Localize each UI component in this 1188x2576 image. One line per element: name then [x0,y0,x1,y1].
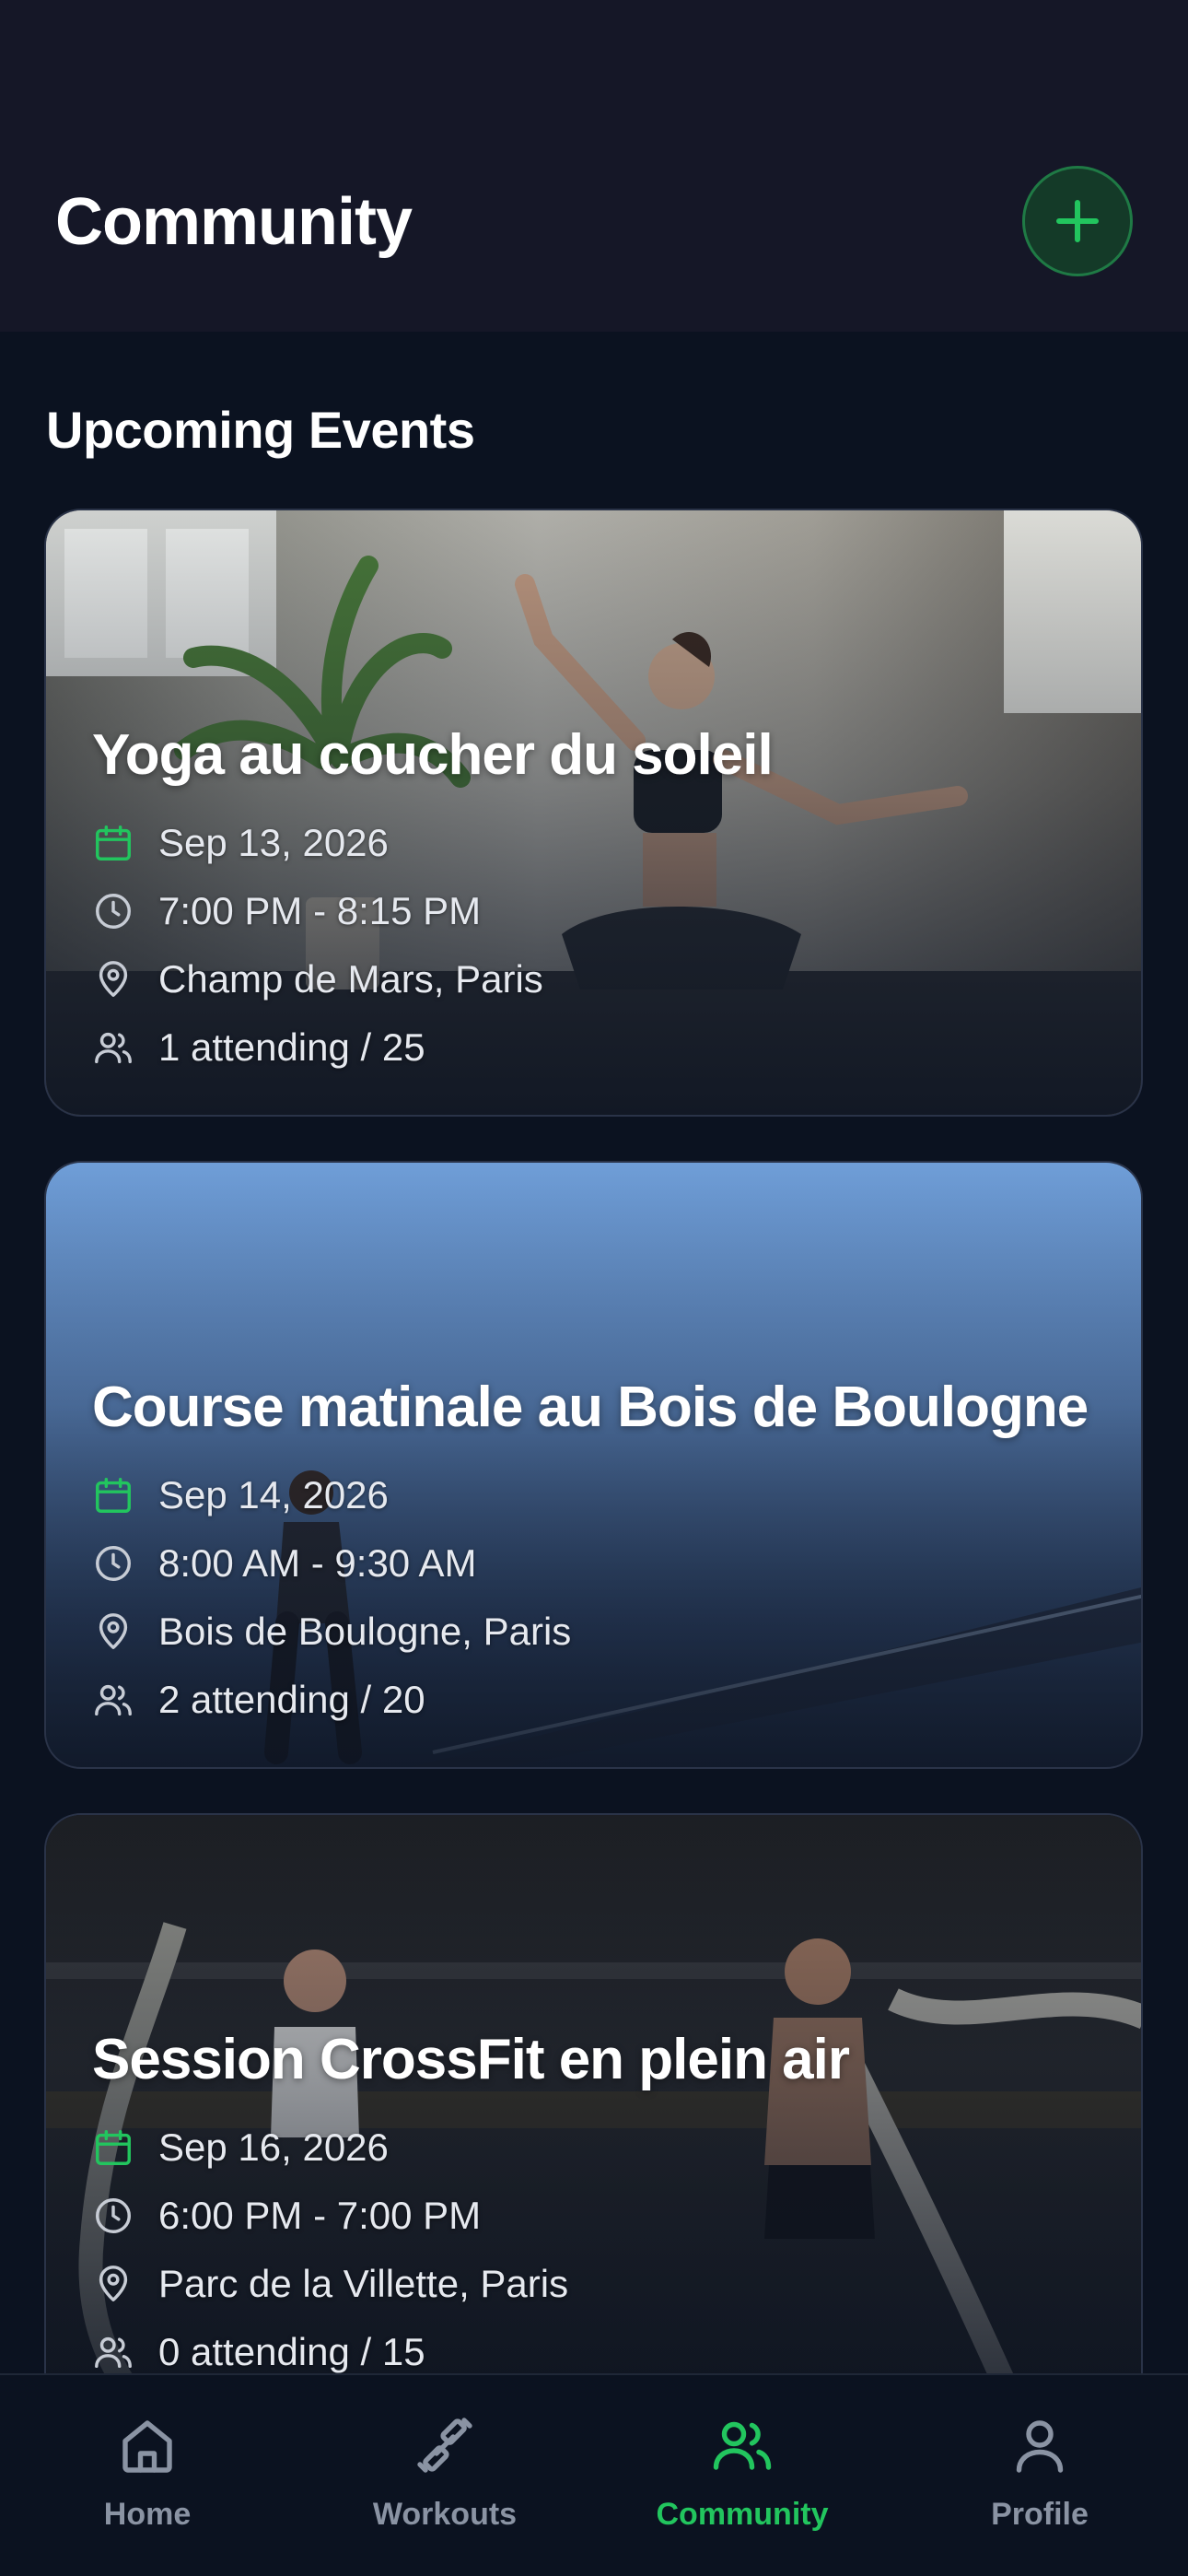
event-location: Parc de la Villette, Paris [158,2262,569,2305]
event-time: 8:00 AM - 9:30 AM [158,1541,477,1585]
event-date: Sep 13, 2026 [158,821,389,864]
event-attendance-row: 1 attending / 25 [92,1013,1104,1082]
bottom-tab-bar: Home Workouts Community Profile [0,2373,1188,2576]
event-location: Champ de Mars, Paris [158,957,543,1001]
event-time-row: 6:00 PM - 7:00 PM [92,2182,1104,2250]
users-icon [713,2421,772,2470]
page-title: Community [55,185,413,259]
event-time: 6:00 PM - 7:00 PM [158,2194,482,2237]
add-event-button[interactable] [1022,166,1133,276]
clock-icon [96,2198,131,2233]
event-title: Session CrossFit en plein air [92,2028,850,2091]
event-date-row: Sep 16, 2026 [92,2113,1104,2182]
event-details: Yoga au coucher du soleil Sep 13, 2026 7… [92,720,1104,1082]
event-attendance-row: 2 attending / 20 [92,1666,1104,1734]
event-title: Course matinale au Bois de Boulogne [92,1376,1089,1439]
users-icon [95,1032,132,1064]
users-icon [95,2336,132,2369]
event-time-row: 7:00 PM - 8:15 PM [92,877,1104,945]
dumbbell-icon [417,2418,472,2473]
app-header: Community [0,0,1188,332]
calendar-icon [96,1478,131,1513]
event-card[interactable]: Yoga au coucher du soleil Sep 13, 2026 7… [44,509,1143,1117]
event-card[interactable]: Session CrossFit en plein air Sep 16, 20… [44,1813,1143,2421]
calendar-icon [96,825,131,861]
event-title: Yoga au coucher du soleil [92,723,774,787]
event-date-row: Sep 13, 2026 [92,809,1104,877]
tab-workouts[interactable]: Workouts [325,2412,565,2541]
event-time: 7:00 PM - 8:15 PM [158,889,482,932]
event-date: Sep 14, 2026 [158,1473,389,1516]
location-pin-icon [99,2266,128,2301]
tab-label: Home [103,2497,192,2532]
user-icon [1016,2420,1064,2473]
event-location-row: Champ de Mars, Paris [92,945,1104,1013]
clock-icon [96,1546,131,1581]
event-date: Sep 16, 2026 [158,2125,389,2169]
event-date-row: Sep 14, 2026 [92,1461,1104,1529]
location-pin-icon [99,1613,128,1649]
event-attendance: 1 attending / 25 [158,1025,425,1069]
users-icon [95,1684,132,1716]
event-time-row: 8:00 AM - 9:30 AM [92,1529,1104,1598]
event-location-row: Bois de Boulogne, Paris [92,1598,1104,1666]
event-card[interactable]: Course matinale au Bois de Boulogne Sep … [44,1161,1143,1769]
event-attendance: 2 attending / 20 [158,1678,425,1721]
section-title: Upcoming Events [46,401,475,459]
tab-profile[interactable]: Profile [920,2412,1159,2541]
calendar-icon [96,2130,131,2165]
event-details: Session CrossFit en plein air Sep 16, 20… [92,2025,1104,2386]
community-screen: Community Upcoming Events Yoga au couche… [0,0,1188,2576]
tab-home[interactable]: Home [28,2412,267,2541]
tab-community[interactable]: Community [623,2412,862,2541]
location-pin-icon [99,961,128,997]
plus-icon [1056,200,1099,242]
tab-label: Community [656,2497,829,2532]
event-location: Bois de Boulogne, Paris [158,1610,572,1653]
tab-label: Profile [991,2497,1089,2532]
event-location-row: Parc de la Villette, Paris [92,2250,1104,2318]
home-icon [122,2420,172,2473]
event-details: Course matinale au Bois de Boulogne Sep … [92,1373,1104,1734]
tab-label: Workouts [372,2497,518,2532]
event-attendance: 0 attending / 15 [158,2330,425,2373]
clock-icon [96,894,131,929]
